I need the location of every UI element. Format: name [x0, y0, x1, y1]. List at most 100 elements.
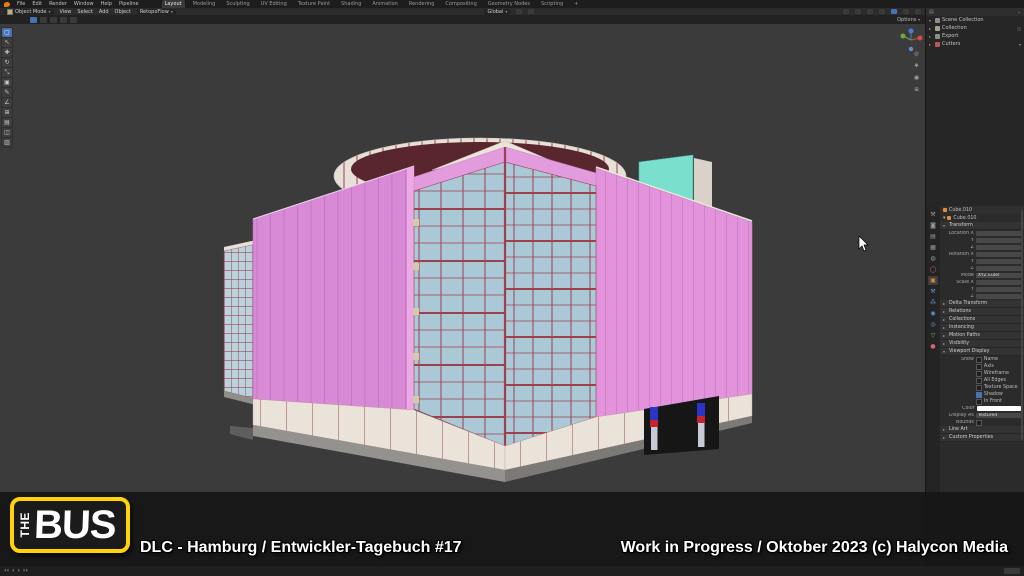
- menu-help[interactable]: Help: [101, 0, 112, 8]
- shading-rendered-icon[interactable]: [915, 9, 921, 14]
- object-name-row[interactable]: ▾ Cube.010: [940, 214, 1024, 222]
- tool-option-icon[interactable]: [50, 17, 57, 23]
- transform-tool[interactable]: ▣: [2, 78, 12, 87]
- cursor-tool[interactable]: ↖: [2, 38, 12, 47]
- object-properties-icon[interactable]: ▣: [928, 276, 938, 285]
- extra-tool[interactable]: ◫: [2, 128, 12, 137]
- tool-option-icon[interactable]: [40, 17, 47, 23]
- move-tool[interactable]: ✚: [2, 48, 12, 57]
- jump-end-icon[interactable]: ⏵⏵: [23, 568, 28, 574]
- camera-view-icon[interactable]: ▣: [912, 74, 921, 83]
- retopoflow-menu[interactable]: RetopoFlow▾: [137, 9, 176, 15]
- axis-checkbox[interactable]: [976, 364, 982, 370]
- tab-uv-editing[interactable]: UV Editing: [258, 0, 290, 8]
- rotation-y-field[interactable]: [976, 259, 1021, 264]
- tab-scripting[interactable]: Scripting: [538, 0, 566, 8]
- data-properties-icon[interactable]: ▽: [928, 331, 938, 340]
- orientation-dropdown[interactable]: Global▾: [484, 9, 510, 15]
- collections-section[interactable]: ▸Collections: [940, 316, 1024, 324]
- viewport-display-section[interactable]: ▾Viewport Display: [940, 348, 1024, 356]
- location-y-field[interactable]: [976, 238, 1021, 243]
- viewlayer-properties-icon[interactable]: ▦: [928, 243, 938, 252]
- tool-option-icon[interactable]: [60, 17, 67, 23]
- menu-edit[interactable]: Edit: [32, 0, 42, 8]
- location-z-field[interactable]: [976, 245, 1021, 250]
- filter-icon[interactable]: ⌄: [1017, 9, 1021, 15]
- pan-hand-icon[interactable]: ✥: [912, 62, 921, 71]
- extra-tool[interactable]: ▤: [2, 118, 12, 127]
- add-cube-tool[interactable]: ⊞: [2, 108, 12, 117]
- modifier-properties-icon[interactable]: ⚒: [928, 287, 938, 296]
- bounds-checkbox[interactable]: [976, 420, 982, 426]
- material-properties-icon[interactable]: ●: [928, 342, 938, 351]
- scale-tool[interactable]: ⤡: [2, 68, 12, 77]
- menu-pipeline[interactable]: Pipeline: [119, 0, 139, 8]
- location-x-field[interactable]: [976, 231, 1021, 236]
- instancing-section[interactable]: ▸Instancing: [940, 324, 1024, 332]
- constraints-properties-icon[interactable]: ◎: [928, 320, 938, 329]
- name-checkbox[interactable]: [976, 357, 982, 363]
- exclude-icon[interactable]: ▾: [1019, 42, 1024, 47]
- disclosure-icon[interactable]: ▾: [929, 18, 933, 23]
- tab-sculpting[interactable]: Sculpting: [223, 0, 252, 8]
- blender-logo-icon[interactable]: [4, 2, 10, 7]
- relations-section[interactable]: ▸Relations: [940, 308, 1024, 316]
- scale-z-field[interactable]: [976, 294, 1021, 299]
- xray-toggle-icon[interactable]: [867, 9, 873, 14]
- tool-option-icon[interactable]: [70, 17, 77, 23]
- tab-animation[interactable]: Animation: [369, 0, 401, 8]
- in-front-checkbox[interactable]: [976, 399, 982, 405]
- color-swatch[interactable]: [977, 406, 1021, 411]
- tab-shading[interactable]: Shading: [338, 0, 364, 8]
- disclosure-icon[interactable]: ▸: [929, 42, 933, 47]
- line-art-section[interactable]: ▸Line Art: [940, 426, 1024, 434]
- extra-tool[interactable]: ▥: [2, 138, 12, 147]
- overlays-toggle-icon[interactable]: [855, 9, 861, 14]
- display-as-dropdown[interactable]: Textured: [976, 413, 1021, 418]
- render-properties-icon[interactable]: ◙: [928, 221, 938, 230]
- options-button[interactable]: Options ▾: [897, 17, 920, 23]
- shading-material-icon[interactable]: [903, 9, 909, 14]
- tab-add-workspace[interactable]: +: [571, 0, 581, 8]
- outliner-item-cutters[interactable]: ▸ Cutters ▾: [926, 40, 1024, 48]
- shading-solid-icon[interactable]: [891, 9, 897, 14]
- mode-dropdown[interactable]: Object Mode▾: [4, 9, 54, 15]
- tab-texture-paint[interactable]: Texture Paint: [295, 0, 333, 8]
- tab-compositing[interactable]: Compositing: [442, 0, 479, 8]
- output-properties-icon[interactable]: ▤: [928, 232, 938, 241]
- menu-window[interactable]: Window: [74, 0, 94, 8]
- scale-x-field[interactable]: [976, 280, 1021, 285]
- motion-paths-section[interactable]: ▸Motion Paths: [940, 332, 1024, 340]
- custom-properties-section[interactable]: ▸Custom Properties: [940, 434, 1024, 442]
- tab-geometry-nodes[interactable]: Geometry Nodes: [485, 0, 533, 8]
- select-box-tool[interactable]: ▢: [2, 28, 12, 37]
- scrollbar[interactable]: [1021, 210, 1023, 440]
- wireframe-checkbox[interactable]: [976, 371, 982, 377]
- particles-properties-icon[interactable]: ⁂: [928, 298, 938, 307]
- tab-rendering[interactable]: Rendering: [406, 0, 438, 8]
- outliner-item-collection[interactable]: ▸ Collection ◫: [926, 24, 1024, 32]
- outliner-item-export[interactable]: ▸ Export: [926, 32, 1024, 40]
- scene-properties-icon[interactable]: ◍: [928, 254, 938, 263]
- delta-transform-section[interactable]: ▸Delta Transform: [940, 300, 1024, 308]
- outliner-scene-collection[interactable]: ▾ Scene Collection: [926, 16, 1024, 24]
- navigation-gizmo[interactable]: [896, 27, 926, 53]
- play-icon[interactable]: ⏵: [18, 568, 21, 574]
- measure-tool[interactable]: ∠: [2, 98, 12, 107]
- tab-layout[interactable]: Layout: [162, 0, 185, 8]
- disclosure-icon[interactable]: ▸: [929, 34, 933, 39]
- active-tool-icon[interactable]: [30, 17, 37, 23]
- physics-properties-icon[interactable]: ◉: [928, 309, 938, 318]
- menu-render[interactable]: Render: [49, 0, 67, 8]
- shading-wireframe-icon[interactable]: [879, 9, 885, 14]
- jump-start-icon[interactable]: ⏴⏴: [4, 568, 9, 574]
- play-reverse-icon[interactable]: ⏴: [12, 568, 15, 574]
- tab-modeling[interactable]: Modeling: [190, 0, 219, 8]
- menu-file[interactable]: File: [17, 0, 25, 8]
- transform-section-header[interactable]: ▾Transform: [940, 222, 1024, 230]
- ortho-toggle-icon[interactable]: ⊞: [912, 86, 921, 95]
- outliner-editor-icon[interactable]: ▤: [929, 9, 934, 15]
- annotate-tool[interactable]: ✎: [2, 88, 12, 97]
- rotation-x-field[interactable]: [976, 252, 1021, 257]
- zoom-icon[interactable]: ◎: [912, 50, 921, 59]
